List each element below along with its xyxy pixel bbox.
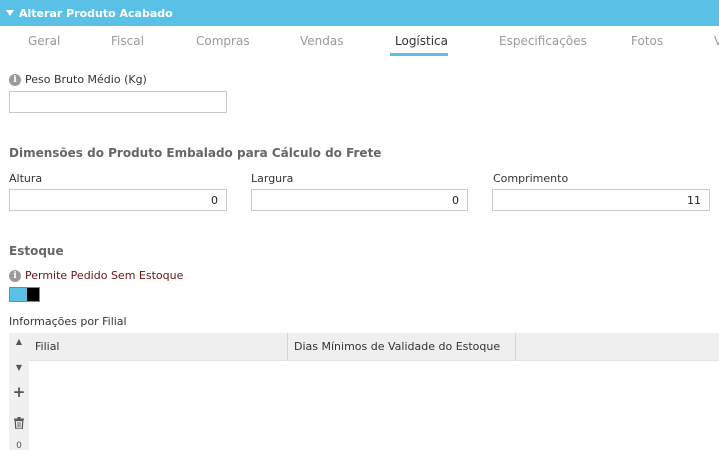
estoque-title: Estoque [9,244,64,258]
collapse-triangle-icon[interactable] [6,10,14,16]
permite-pedido-toggle[interactable] [9,287,40,302]
tab-especificacoes[interactable]: Especificações [499,34,587,48]
col-header-dias-minimos[interactable]: Dias Mínimos de Validade do Estoque [288,333,516,361]
largura-input[interactable] [251,189,468,211]
row-count: 0 [16,441,22,450]
add-icon[interactable]: + [9,383,29,401]
col-header-filial[interactable]: Filial [29,333,288,361]
tab-geral[interactable]: Geral [28,34,60,48]
altura-label: Altura [9,172,43,185]
move-down-icon[interactable]: ▼ [9,363,29,372]
window-title: Alterar Produto Acabado [19,6,173,20]
trash-icon[interactable] [9,417,29,432]
comprimento-input[interactable] [492,189,710,211]
active-tab-indicator [390,53,448,56]
peso-label-row: i Peso Bruto Médio (Kg) [9,73,147,86]
comprimento-label: Comprimento [493,172,569,185]
col-header-empty [516,333,719,361]
peso-bruto-input[interactable] [9,91,227,113]
tab-vendas[interactable]: Vendas [300,34,344,48]
info-icon[interactable]: i [9,270,21,282]
trash-icon-svg [14,417,24,430]
window-titlebar[interactable]: Alterar Produto Acabado [0,0,719,26]
filial-title: Informações por Filial [9,315,127,328]
toggle-knob [27,288,39,301]
tab-bar: Geral Fiscal Compras Vendas Logística Es… [0,26,719,58]
altura-input[interactable] [9,189,227,211]
tab-logistica[interactable]: Logística [395,34,448,48]
permite-label-row: i Permite Pedido Sem Estoque [9,269,183,282]
tab-compras[interactable]: Compras [196,34,250,48]
move-up-icon[interactable]: ▲ [9,337,29,346]
dimensoes-title: Dimensões do Produto Embalado para Cálcu… [9,146,382,160]
tab-fiscal[interactable]: Fiscal [111,34,144,48]
permite-pedido-label: Permite Pedido Sem Estoque [25,269,184,282]
info-icon[interactable]: i [9,74,21,86]
grid-toolbar: ▲ ▼ + 0 [9,333,29,450]
peso-label: Peso Bruto Médio (Kg) [25,73,147,86]
largura-label: Largura [251,172,294,185]
grid-header: Filial Dias Mínimos de Validade do Estoq… [29,333,719,361]
tab-fotos[interactable]: Fotos [631,34,663,48]
tab-v[interactable]: V [714,34,719,48]
